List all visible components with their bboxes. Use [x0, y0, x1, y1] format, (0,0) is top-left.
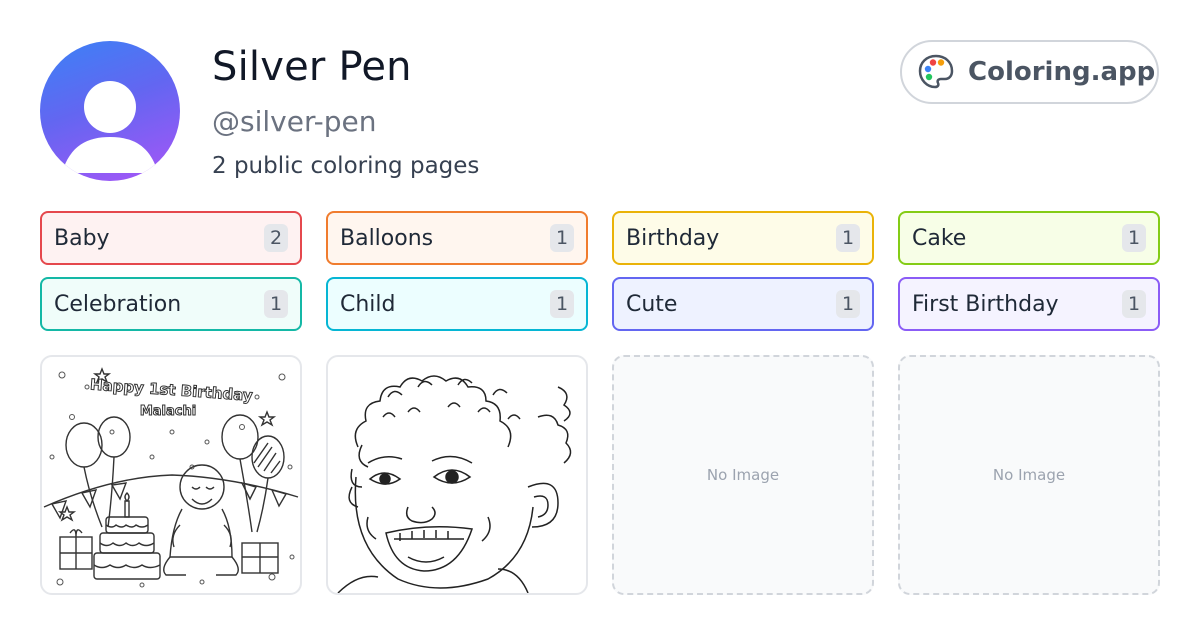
tag-label: Cake	[912, 225, 967, 251]
no-image-label: No Image	[706, 466, 780, 484]
tag-label: Birthday	[626, 225, 720, 251]
brand-label: Coloring.app	[968, 57, 1156, 87]
child-coloring-image	[337, 375, 572, 593]
profile-avatar	[40, 41, 180, 181]
tag-child[interactable]: Child 1	[326, 277, 588, 331]
tag-baby[interactable]: Baby 2	[40, 211, 302, 265]
coloring-page-card-placeholder[interactable]: No Image	[612, 355, 874, 595]
tag-count-badge: 1	[264, 290, 288, 318]
palette-icon	[918, 54, 954, 89]
tag-label: Cute	[626, 291, 678, 317]
public-pages-count: 2 public coloring pages	[212, 153, 480, 179]
tag-label: Celebration	[54, 291, 182, 317]
banner-text-line1: Happy 1st Birthday	[89, 375, 253, 404]
tag-count-badge: 1	[550, 290, 574, 318]
coloring-page-card-child[interactable]	[326, 355, 588, 595]
profile-name: Silver Pen	[212, 44, 412, 90]
no-image-label: No Image	[992, 466, 1066, 484]
user-silhouette-icon	[62, 81, 158, 173]
coloring-page-grid: Happy 1st Birthday Malachi No Image No I…	[40, 355, 1160, 595]
tag-label: First Birthday	[912, 291, 1059, 317]
banner-text-line2: Malachi	[140, 404, 196, 419]
tag-first-birthday[interactable]: First Birthday 1	[898, 277, 1160, 331]
tag-list: Baby 2 Balloons 1 Birthday 1 Cake 1 Cele…	[40, 211, 1160, 331]
tag-label: Balloons	[340, 225, 434, 251]
tag-label: Baby	[54, 225, 110, 251]
birthday-coloring-image: Happy 1st Birthday Malachi	[43, 367, 299, 588]
tag-count-badge: 1	[550, 224, 574, 252]
tag-label: Child	[340, 291, 396, 317]
tag-balloons[interactable]: Balloons 1	[326, 211, 588, 265]
tag-count-badge: 1	[836, 224, 860, 252]
tag-celebration[interactable]: Celebration 1	[40, 277, 302, 331]
tag-count-badge: 1	[1122, 290, 1146, 318]
tag-count-badge: 2	[264, 224, 288, 252]
coloring-page-card-birthday[interactable]: Happy 1st Birthday Malachi	[40, 355, 302, 595]
coloring-page-card-placeholder[interactable]: No Image	[898, 355, 1160, 595]
tag-birthday[interactable]: Birthday 1	[612, 211, 874, 265]
tag-count-badge: 1	[1122, 224, 1146, 252]
tag-count-badge: 1	[836, 290, 860, 318]
tag-cute[interactable]: Cute 1	[612, 277, 874, 331]
brand-link[interactable]: Coloring.app	[900, 40, 1159, 104]
profile-handle: @silver-pen	[212, 105, 377, 138]
tag-cake[interactable]: Cake 1	[898, 211, 1160, 265]
